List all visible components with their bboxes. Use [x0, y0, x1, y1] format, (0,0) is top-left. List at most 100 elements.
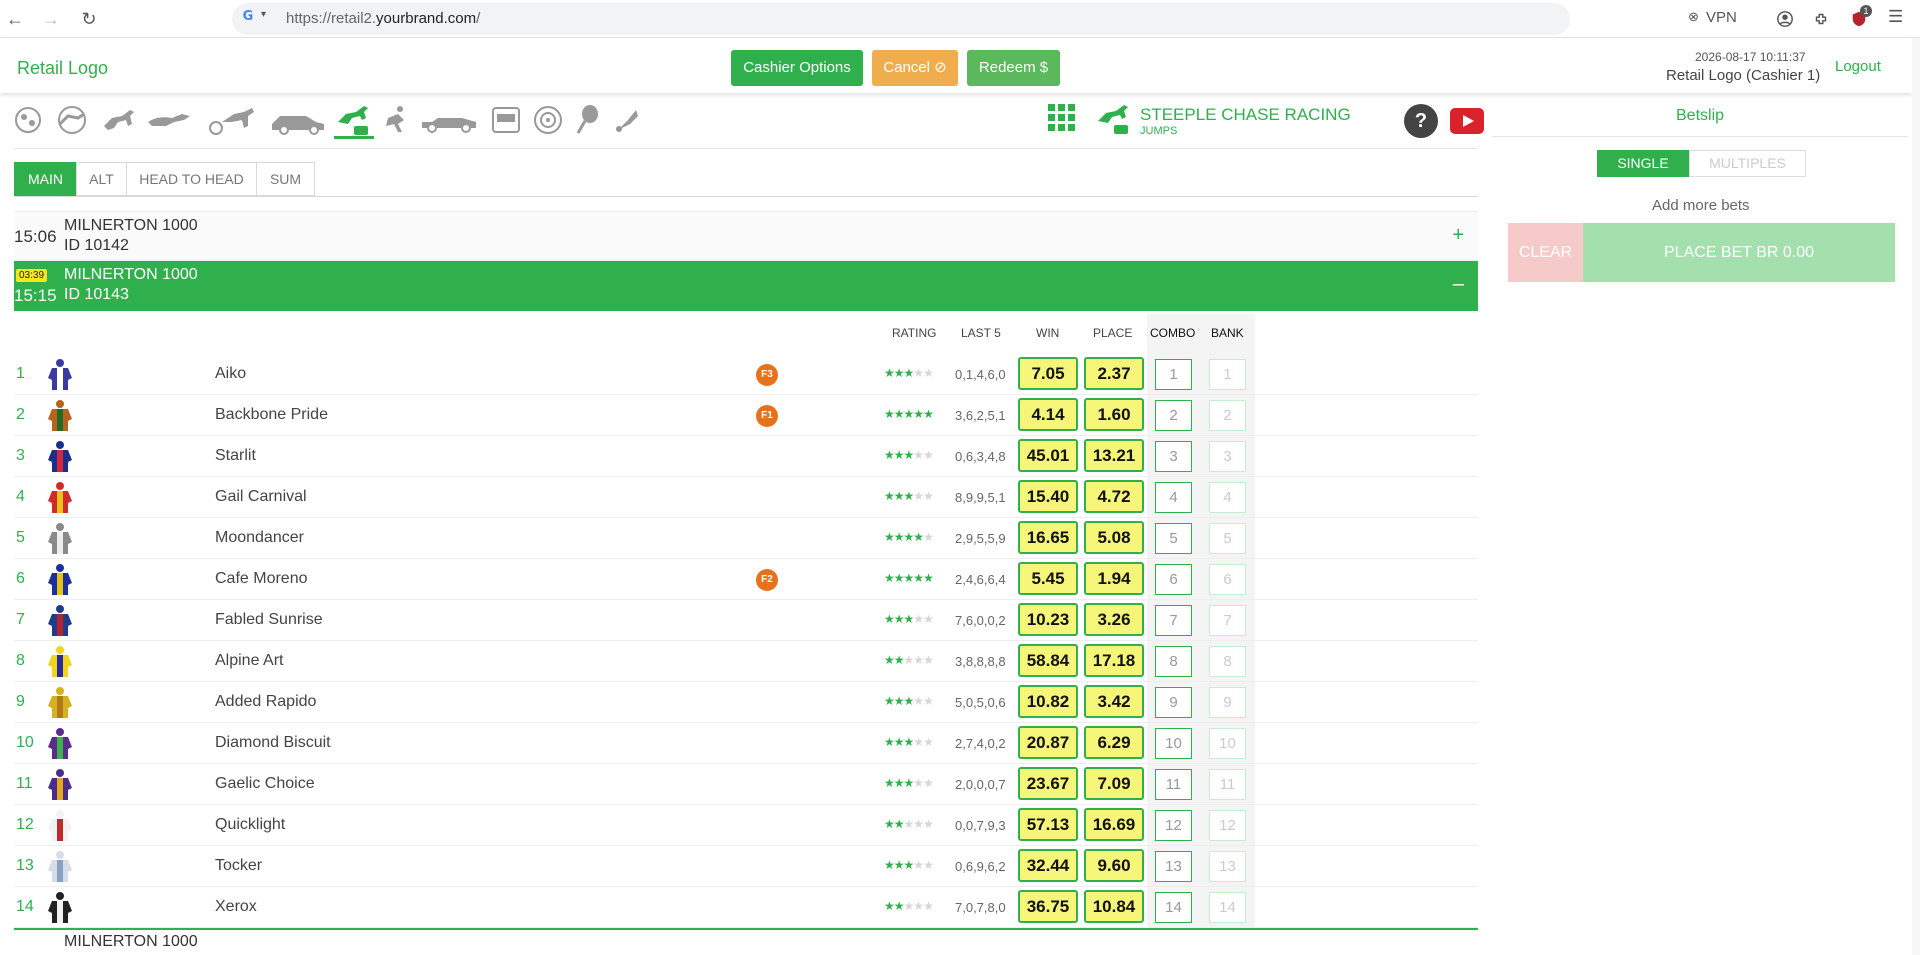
slot-machine-icon[interactable] [490, 104, 522, 136]
combo-button[interactable]: 10 [1155, 728, 1192, 759]
win-odds-button[interactable]: 10.82 [1018, 685, 1078, 718]
bank-button[interactable]: 8 [1209, 646, 1246, 677]
win-odds-button[interactable]: 10.23 [1018, 603, 1078, 636]
single-tab[interactable]: SINGLE [1597, 150, 1689, 177]
race-row-10142[interactable]: 15:06 MILNERTON 1000 ID 10142 + [14, 211, 1478, 261]
expand-icon[interactable]: + [1452, 224, 1464, 247]
bank-button[interactable]: 4 [1209, 482, 1246, 513]
place-odds-button[interactable]: 3.26 [1084, 603, 1144, 636]
combo-button[interactable]: 11 [1155, 769, 1192, 800]
win-odds-button[interactable]: 45.01 [1018, 439, 1078, 472]
horse-racing-icon[interactable] [100, 104, 140, 136]
win-odds-button[interactable]: 20.87 [1018, 726, 1078, 759]
combo-button[interactable]: 12 [1155, 810, 1192, 841]
place-odds-button[interactable]: 2.37 [1084, 357, 1144, 390]
grid-menu-icon[interactable] [1048, 104, 1076, 132]
combo-button[interactable]: 2 [1155, 400, 1192, 431]
bank-button[interactable]: 3 [1209, 441, 1246, 472]
menu-icon[interactable]: ☰ [1888, 7, 1903, 27]
place-odds-button[interactable]: 4.72 [1084, 480, 1144, 513]
speed-skating-icon[interactable] [382, 104, 412, 136]
roulette-icon[interactable] [532, 104, 564, 136]
url-text[interactable]: https://retail2.yourbrand.com/ [286, 10, 480, 27]
bank-button[interactable]: 12 [1209, 810, 1246, 841]
win-odds-button[interactable]: 15.40 [1018, 480, 1078, 513]
scrollbar[interactable] [1912, 38, 1920, 955]
redeem-button[interactable]: Redeem $ [967, 50, 1060, 86]
bank-button[interactable]: 13 [1209, 851, 1246, 882]
combo-button[interactable]: 13 [1155, 851, 1192, 882]
dog-racing-wheel-icon[interactable] [50, 104, 94, 136]
help-icon[interactable]: ? [1404, 104, 1438, 138]
place-odds-button[interactable]: 9.60 [1084, 849, 1144, 882]
win-odds-button[interactable]: 4.14 [1018, 398, 1078, 431]
collapse-icon[interactable]: – [1453, 273, 1464, 296]
place-odds-button[interactable]: 6.29 [1084, 726, 1144, 759]
youtube-icon[interactable] [1450, 108, 1484, 134]
profile-icon[interactable] [1776, 10, 1794, 28]
steeple-chase-icon[interactable] [334, 104, 374, 136]
lucky-numbers-icon[interactable] [12, 104, 44, 136]
combo-button[interactable]: 8 [1155, 646, 1192, 677]
forward-icon[interactable]: → [40, 8, 62, 30]
place-odds-button[interactable]: 5.08 [1084, 521, 1144, 554]
place-odds-button[interactable]: 16.69 [1084, 808, 1144, 841]
cashier-options-button[interactable]: Cashier Options [731, 50, 863, 86]
race-row-next[interactable]: MILNERTON 1000 [14, 928, 1478, 955]
formula-racing-icon[interactable] [420, 104, 478, 136]
greyhound-racing-icon[interactable] [146, 104, 194, 136]
combo-button[interactable]: 6 [1155, 564, 1192, 595]
bank-button[interactable]: 7 [1209, 605, 1246, 636]
logout-link[interactable]: Logout [1835, 58, 1881, 75]
place-odds-button[interactable]: 10.84 [1084, 890, 1144, 923]
race-row-10143[interactable]: 03:39 15:15 MILNERTON 1000 ID 10143 – [14, 261, 1478, 311]
tab-alt[interactable]: ALT [76, 162, 127, 196]
win-odds-button[interactable]: 5.45 [1018, 562, 1078, 595]
retail-logo[interactable]: Retail Logo [17, 58, 108, 79]
win-odds-button[interactable]: 58.84 [1018, 644, 1078, 677]
bank-button[interactable]: 2 [1209, 400, 1246, 431]
place-odds-button[interactable]: 17.18 [1084, 644, 1144, 677]
bank-button[interactable]: 5 [1209, 523, 1246, 554]
combo-button[interactable]: 9 [1155, 687, 1192, 718]
chevron-down-icon[interactable]: ▾ [261, 9, 266, 20]
win-odds-button[interactable]: 7.05 [1018, 357, 1078, 390]
win-odds-button[interactable]: 16.65 [1018, 521, 1078, 554]
badminton-icon[interactable] [612, 104, 642, 136]
place-odds-button[interactable]: 13.21 [1084, 439, 1144, 472]
combo-button[interactable]: 14 [1155, 892, 1192, 923]
place-odds-button[interactable]: 1.94 [1084, 562, 1144, 595]
bank-button[interactable]: 6 [1209, 564, 1246, 595]
motor-racing-icon[interactable] [268, 104, 328, 136]
harness-racing-icon[interactable] [204, 104, 258, 136]
vpn-label[interactable]: VPN [1706, 9, 1737, 26]
extensions-icon[interactable] [1812, 10, 1830, 28]
combo-button[interactable]: 4 [1155, 482, 1192, 513]
bank-button[interactable]: 10 [1209, 728, 1246, 759]
vpn-close-icon[interactable]: ⊗ [1688, 9, 1699, 25]
tab-sum[interactable]: SUM [256, 162, 315, 196]
place-odds-button[interactable]: 1.60 [1084, 398, 1144, 431]
cancel-button[interactable]: Cancel ⊘ [872, 50, 958, 86]
place-bet-button[interactable]: PLACE BET BR 0.00 [1583, 223, 1895, 282]
bank-button[interactable]: 14 [1209, 892, 1246, 923]
combo-button[interactable]: 5 [1155, 523, 1192, 554]
combo-button[interactable]: 3 [1155, 441, 1192, 472]
win-odds-button[interactable]: 36.75 [1018, 890, 1078, 923]
tab-main[interactable]: MAIN [14, 162, 77, 196]
combo-button[interactable]: 7 [1155, 605, 1192, 636]
place-odds-button[interactable]: 3.42 [1084, 685, 1144, 718]
reload-icon[interactable]: ↻ [78, 8, 100, 30]
multiples-tab[interactable]: MULTIPLES [1689, 150, 1806, 177]
place-odds-button[interactable]: 7.09 [1084, 767, 1144, 800]
combo-button[interactable]: 1 [1155, 359, 1192, 390]
bank-button[interactable]: 11 [1209, 769, 1246, 800]
win-odds-button[interactable]: 23.67 [1018, 767, 1078, 800]
bank-button[interactable]: 1 [1209, 359, 1246, 390]
tab-head-to-head[interactable]: HEAD TO HEAD [126, 162, 257, 196]
win-odds-button[interactable]: 57.13 [1018, 808, 1078, 841]
bank-button[interactable]: 9 [1209, 687, 1246, 718]
win-odds-button[interactable]: 32.44 [1018, 849, 1078, 882]
tennis-icon[interactable] [574, 104, 602, 136]
clear-button[interactable]: CLEAR [1508, 223, 1583, 282]
